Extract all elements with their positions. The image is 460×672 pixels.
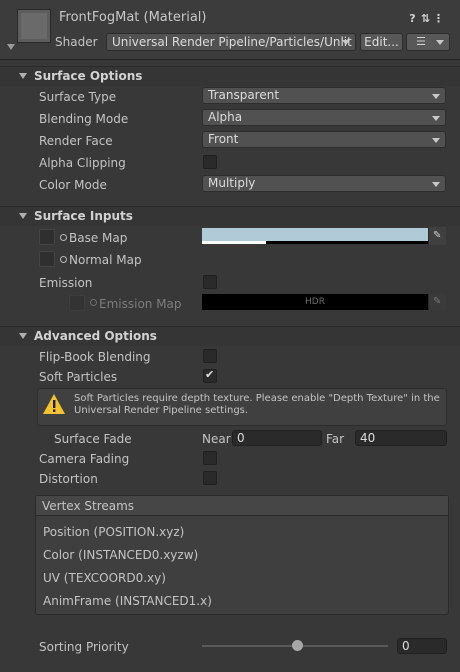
- chevron-down-icon: [432, 94, 440, 99]
- blending-mode-value: Alpha: [208, 110, 243, 124]
- vertex-stream-item[interactable]: Position (POSITION.xyz): [43, 525, 184, 539]
- flipbook-blending-checkbox[interactable]: [203, 349, 217, 363]
- camera-fading-checkbox[interactable]: [203, 451, 217, 465]
- shader-label: Shader: [55, 35, 98, 49]
- soft-particles-label: Soft Particles: [39, 370, 118, 384]
- preset-icon[interactable]: ⇅: [419, 12, 432, 26]
- help-icon[interactable]: ?: [406, 12, 419, 26]
- section-title: Advanced Options: [34, 329, 157, 343]
- far-input[interactable]: 40: [355, 430, 447, 446]
- foldout-expanded-icon: [19, 73, 27, 79]
- blending-mode-label: Blending Mode: [39, 112, 129, 126]
- base-map-color-swatch: [202, 228, 428, 241]
- warning-text: Soft Particles require depth texture. Pl…: [74, 393, 440, 416]
- material-preview-thumbnail[interactable]: [17, 9, 51, 43]
- normal-map-label: Normal Map: [69, 253, 142, 267]
- emission-label: Emission: [39, 276, 93, 290]
- surface-type-dropdown[interactable]: Transparent: [202, 87, 446, 104]
- object-picker-icon: [90, 299, 97, 306]
- sorting-priority-label: Sorting Priority: [39, 640, 129, 654]
- alpha-clipping-label: Alpha Clipping: [39, 156, 126, 170]
- header-icons: ? ⇅ ⋮: [406, 11, 450, 25]
- section-advanced-options[interactable]: Advanced Options: [0, 326, 460, 346]
- vertex-stream-item[interactable]: UV (TEXCOORD0.xy): [43, 571, 166, 585]
- section-surface-options[interactable]: Surface Options: [0, 66, 460, 86]
- near-label: Near: [202, 432, 231, 446]
- section-surface-inputs[interactable]: Surface Inputs: [0, 206, 460, 226]
- flipbook-blending-label: Flip-Book Blending: [39, 350, 151, 364]
- render-face-value: Front: [208, 132, 239, 146]
- material-title: FrontFogMat (Material): [59, 10, 207, 25]
- chevron-down-icon: [432, 138, 440, 143]
- warning-icon: [43, 394, 65, 414]
- sorting-priority-slider-thumb[interactable]: [292, 640, 303, 651]
- emission-color-field: HDR: [202, 294, 428, 310]
- render-face-label: Render Face: [39, 134, 113, 148]
- near-input[interactable]: 0: [232, 430, 322, 446]
- camera-fading-label: Camera Fading: [39, 452, 130, 466]
- object-picker-icon[interactable]: [60, 234, 67, 241]
- distortion-label: Distortion: [39, 472, 98, 486]
- base-map-color-field[interactable]: [202, 228, 428, 244]
- soft-particles-checkbox[interactable]: [203, 368, 217, 383]
- shader-dropdown-value: Universal Render Pipeline/Particles/Unli…: [112, 35, 352, 49]
- surface-fade-label: Surface Fade: [54, 432, 132, 446]
- foldout-expanded-icon: [19, 333, 27, 339]
- vertex-stream-item[interactable]: AnimFrame (INSTANCED1.x): [43, 594, 212, 608]
- color-mode-dropdown[interactable]: Multiply: [202, 175, 446, 192]
- distortion-checkbox[interactable]: [203, 471, 217, 485]
- alpha-clipping-checkbox[interactable]: [203, 155, 217, 169]
- material-header: [0, 0, 460, 60]
- base-map-texture-slot[interactable]: [39, 229, 55, 245]
- eyedropper-icon: ✎: [433, 230, 442, 241]
- eyedropper-icon: ✎: [433, 296, 442, 307]
- surface-type-label: Surface Type: [39, 90, 117, 104]
- material-list-button[interactable]: ☰: [406, 33, 450, 51]
- chevron-down-icon: [432, 182, 440, 187]
- emission-map-texture-slot: [69, 295, 85, 311]
- chevron-down-icon: [432, 116, 440, 121]
- emission-checkbox[interactable]: [203, 275, 217, 289]
- blending-mode-dropdown[interactable]: Alpha: [202, 109, 446, 126]
- vertex-streams-title: Vertex Streams: [42, 499, 135, 513]
- chevron-down-icon: [436, 40, 444, 45]
- sorting-priority-input[interactable]: 0: [397, 638, 447, 654]
- vertex-stream-item[interactable]: Color (INSTANCED0.xyzw): [43, 548, 198, 562]
- foldout-expanded-icon: [19, 213, 27, 219]
- list-icon: ☰: [416, 35, 426, 48]
- base-map-label: Base Map: [69, 231, 128, 245]
- edit-shader-button[interactable]: Edit...: [360, 33, 403, 51]
- object-picker-icon[interactable]: [60, 256, 67, 263]
- chevron-down-icon: [342, 40, 350, 45]
- surface-type-value: Transparent: [208, 88, 280, 102]
- color-mode-value: Multiply: [208, 176, 256, 190]
- section-title: Surface Options: [34, 69, 143, 83]
- alpha-bar: [202, 241, 266, 244]
- section-title: Surface Inputs: [34, 209, 133, 223]
- shader-dropdown[interactable]: Universal Render Pipeline/Particles/Unli…: [106, 33, 356, 51]
- render-face-dropdown[interactable]: Front: [202, 131, 446, 148]
- color-mode-label: Color Mode: [39, 178, 107, 192]
- header-foldout-icon[interactable]: [7, 44, 15, 50]
- eyedropper-button: ✎: [428, 293, 446, 311]
- eyedropper-button[interactable]: ✎: [428, 227, 446, 245]
- emission-map-label: Emission Map: [99, 297, 182, 311]
- kebab-menu-icon[interactable]: ⋮: [432, 12, 445, 26]
- far-label: Far: [326, 432, 345, 446]
- normal-map-texture-slot[interactable]: [39, 251, 55, 267]
